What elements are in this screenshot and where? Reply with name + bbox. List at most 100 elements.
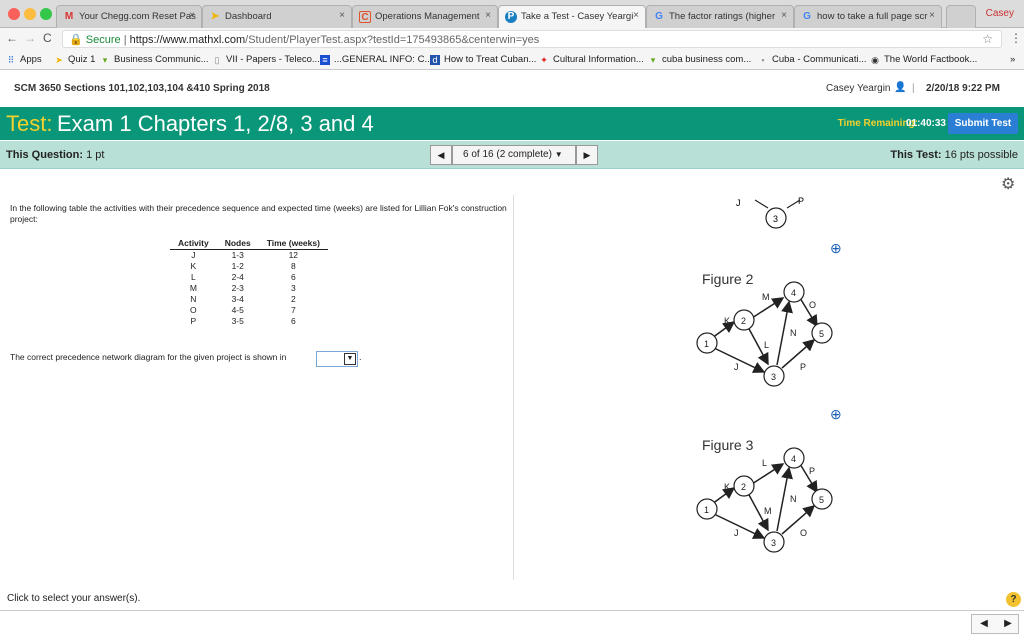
edge-k: [711, 321, 736, 339]
close-tab-icon[interactable]: ×: [633, 10, 639, 21]
tab-dashboard[interactable]: ➤ Dashboard ×: [202, 5, 352, 28]
edge-n: [776, 466, 793, 532]
next-page-button[interactable]: ▶: [996, 618, 1020, 629]
edge-j: [713, 347, 766, 373]
bookmark-cuba-business[interactable]: ▾ cuba business com...: [648, 54, 752, 65]
more-bookmarks-icon[interactable]: »: [1010, 54, 1015, 65]
table-row: P 3-5 6: [190, 316, 296, 326]
column-header: Activity: [170, 238, 217, 250]
bookmarks-bar: ⠿ Apps ➤ Quiz 1 ▾ Business Communic... ▯ VII…: [0, 50, 1024, 70]
close-tab-icon[interactable]: ×: [485, 10, 491, 21]
bookmark-papers[interactable]: ▯ VII - Papers - Teleco...: [212, 54, 320, 65]
table-row: L 2-4 6: [190, 272, 296, 282]
tab-chegg[interactable]: M Your Chegg.com Reset Pas ×: [56, 5, 202, 28]
table-row: O 4-5 7: [190, 305, 296, 315]
chevron-down-icon: ▼: [554, 150, 563, 159]
bookmark-quiz[interactable]: ➤ Quiz 1: [54, 54, 95, 65]
test-label: Test:: [6, 111, 53, 136]
footer-divider: [0, 610, 1024, 611]
edge-label: M: [764, 506, 772, 516]
url-field[interactable]: 🔒 Secure | https://www.mathxl.com/Studen…: [62, 30, 1002, 48]
next-question-button[interactable]: ▶: [576, 145, 598, 165]
close-window-button[interactable]: [8, 8, 20, 20]
edge-label: J: [734, 528, 739, 538]
secure-label: Secure: [85, 34, 121, 46]
bookmark-cuba-comm[interactable]: ▪ Cuba - Communicati...: [758, 54, 866, 65]
tab-factor-ratings[interactable]: G The factor ratings (higher ×: [646, 5, 794, 28]
reload-icon[interactable]: C: [43, 31, 52, 45]
lock-icon: 🔒: [69, 34, 83, 46]
edge-p: [781, 339, 816, 369]
help-icon[interactable]: ?: [1006, 592, 1021, 607]
answer-suffix: .: [359, 352, 362, 362]
previous-page-button[interactable]: ◀: [972, 618, 996, 629]
page-navigator: ◀ ▶: [971, 614, 1019, 634]
bookmark-general-info[interactable]: ≡ ...GENERAL INFO: C...: [320, 54, 432, 65]
google-icon: G: [655, 11, 663, 22]
activity-table: Activity Nodes Time (weeks) J 1-3 12 K 1-2 8…: [170, 238, 328, 327]
figure-1-partial: J P 3: [736, 196, 804, 229]
question-select[interactable]: 6 of 16 (2 complete) ▼: [452, 145, 576, 165]
menu-icon[interactable]: ⋮: [1010, 31, 1022, 45]
answer-dropdown[interactable]: ▼: [316, 351, 358, 367]
chevron-down-icon: ▼: [344, 353, 356, 365]
node-label: J: [736, 198, 741, 208]
edge-j: [713, 513, 766, 539]
d-icon: d: [430, 55, 440, 65]
question-points: This Question: 1 pt: [6, 149, 105, 161]
bookmark-cultural[interactable]: ✦ Cultural Information...: [539, 54, 644, 65]
globe-icon: ◉: [871, 55, 879, 65]
node-label: 3: [771, 372, 776, 382]
tab-title: Your Chegg.com Reset Pas: [79, 11, 196, 22]
bookmark-business[interactable]: ▾ Business Communic...: [100, 54, 209, 65]
figure-3-diagram[interactable]: 1 2 3 4 5 K J L M N P O: [690, 436, 840, 566]
datetime: 2/20/18 9:22 PM: [926, 83, 1000, 94]
figure-2-diagram[interactable]: 1 2 3 4 5 K J M L N O P: [690, 270, 840, 400]
bookmark-factbook[interactable]: ◉ The World Factbook...: [870, 54, 977, 65]
node-label: 1: [704, 505, 709, 515]
node-label: 3: [771, 538, 776, 548]
tab-operations[interactable]: C Operations Management ×: [352, 5, 498, 28]
p-icon: P: [505, 11, 517, 23]
column-header: Time (weeks): [258, 238, 328, 250]
node-label: 4: [791, 288, 796, 298]
table-row: J 1-3 12: [191, 250, 299, 261]
table-row: M 2-3 3: [189, 283, 296, 293]
question-navigator: ◀ 6 of 16 (2 complete) ▼ ▶: [430, 145, 598, 165]
folder-icon: ▾: [650, 55, 656, 65]
edge-label: L: [762, 458, 767, 468]
tab-screenshot[interactable]: G how to take a full page scr ×: [794, 5, 942, 28]
new-tab-button[interactable]: [946, 5, 976, 28]
minimize-window-button[interactable]: [24, 8, 36, 20]
close-tab-icon[interactable]: ×: [339, 10, 345, 21]
arrow-icon: ➤: [55, 55, 63, 65]
submit-test-button[interactable]: Submit Test: [948, 113, 1018, 134]
folder-icon: ▾: [102, 55, 108, 65]
zoom-in-icon[interactable]: ⊕: [830, 240, 842, 257]
bookmark-star-icon[interactable]: ☆: [982, 32, 993, 46]
bookmark-cuban[interactable]: d How to Treat Cuban...: [430, 54, 536, 65]
previous-question-button[interactable]: ◀: [430, 145, 452, 165]
bookmark-apps[interactable]: ⠿ Apps: [6, 54, 42, 65]
gear-icon[interactable]: ⚙: [1001, 174, 1015, 194]
test-header: Test: Exam 1 Chapters 1, 2/8, 3 and 4 Ti…: [0, 107, 1024, 140]
node-label: 3: [773, 214, 778, 224]
close-tab-icon[interactable]: ×: [189, 10, 195, 21]
google-icon: G: [803, 11, 811, 22]
forward-icon[interactable]: →: [24, 31, 36, 45]
url-host: https://www.mathxl.com: [129, 34, 246, 46]
zoom-window-button[interactable]: [40, 8, 52, 20]
node-label: 5: [819, 329, 824, 339]
profile-button[interactable]: Casey: [986, 8, 1014, 19]
tab-title: Take a Test - Casey Yeargi: [521, 11, 634, 22]
close-tab-icon[interactable]: ×: [781, 10, 787, 21]
back-icon[interactable]: ←: [6, 31, 18, 45]
zoom-in-icon[interactable]: ⊕: [830, 406, 842, 423]
close-tab-icon[interactable]: ×: [929, 10, 935, 21]
user-name: Casey Yeargin: [826, 83, 891, 94]
column-header: Nodes: [216, 238, 259, 250]
edge-l: [751, 463, 785, 485]
edge-label: N: [790, 328, 797, 338]
edge-label: J: [734, 362, 739, 372]
tab-take-test[interactable]: P Take a Test - Casey Yeargi ×: [498, 5, 646, 28]
